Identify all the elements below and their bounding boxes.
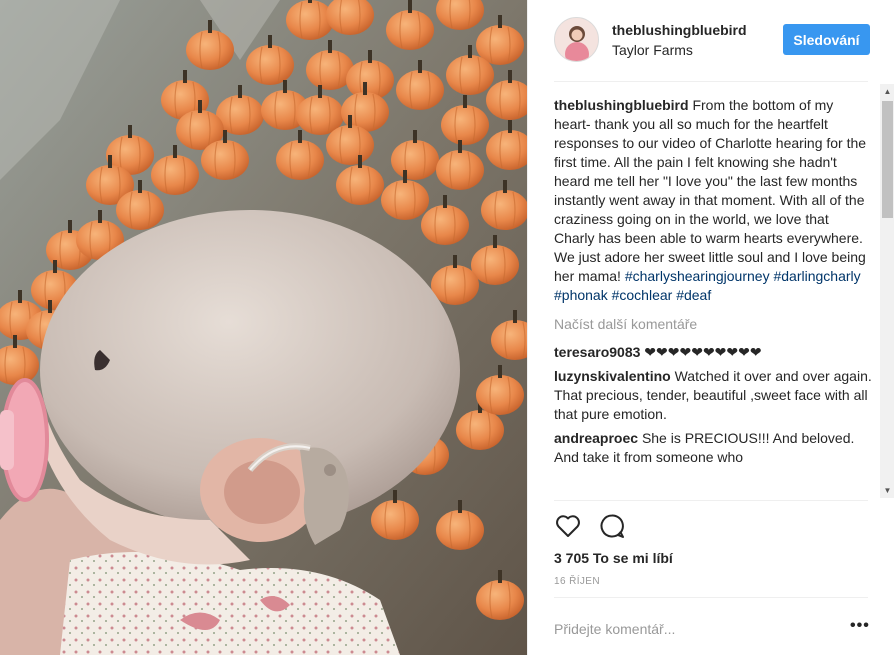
post-side-panel: theblushingbluebird Taylor Farms Sledová…	[527, 0, 894, 655]
comments-list[interactable]: theblushingbluebird From the bottom of m…	[554, 96, 872, 499]
caption-username[interactable]: theblushingbluebird	[554, 97, 689, 113]
heart-icon[interactable]	[554, 512, 582, 540]
input-divider	[554, 597, 868, 598]
comment-item: teresaro9083 ❤❤❤❤❤❤❤❤❤❤	[554, 343, 872, 362]
hashtag-link[interactable]: #cochlear	[612, 287, 673, 303]
post-location[interactable]: Taylor Farms	[612, 42, 693, 58]
comments-scrollbar[interactable]: ▲ ▼	[880, 84, 894, 498]
scroll-up-arrow-icon[interactable]: ▲	[880, 84, 894, 99]
comment-username[interactable]: andreaproec	[554, 430, 638, 446]
comment-text: ❤❤❤❤❤❤❤❤❤❤	[644, 344, 762, 360]
post-username[interactable]: theblushingbluebird	[612, 22, 747, 38]
comment-username[interactable]: teresaro9083	[554, 344, 640, 360]
hashtag-link[interactable]: #phonak	[554, 287, 608, 303]
header-divider	[554, 81, 868, 82]
comment-username[interactable]: luzynskivalentino	[554, 368, 671, 384]
comment-bubble-icon[interactable]	[598, 512, 626, 540]
comment-input[interactable]	[554, 614, 834, 644]
hashtag-link[interactable]: #charlyshearingjourney	[625, 268, 770, 284]
load-more-comments-link[interactable]: Načíst další komentáře	[554, 315, 872, 334]
hashtag-link[interactable]: #deaf	[676, 287, 711, 303]
more-options-icon[interactable]: •••	[850, 618, 870, 638]
post-date[interactable]: 16 ŘÍJEN	[554, 576, 600, 587]
scroll-down-arrow-icon[interactable]: ▼	[880, 483, 894, 498]
avatar-image	[555, 18, 598, 61]
post-caption: theblushingbluebird From the bottom of m…	[554, 96, 872, 305]
follow-button[interactable]: Sledování	[783, 24, 870, 55]
hashtag-link[interactable]: #darlingcharly	[773, 268, 860, 284]
like-count[interactable]: 3 705 To se mi líbí	[554, 550, 673, 566]
comment-item: luzynskivalentino Watched it over and ov…	[554, 367, 872, 424]
post-header: theblushingbluebird Taylor Farms Sledová…	[528, 0, 894, 80]
comment-item: andreaproec She is PRECIOUS!!! And belov…	[554, 429, 872, 467]
scrollbar-thumb[interactable]	[882, 101, 893, 218]
post-photo[interactable]	[0, 0, 527, 655]
photo-illustration	[0, 0, 527, 655]
caption-text: From the bottom of my heart- thank you a…	[554, 97, 867, 284]
actions-divider	[554, 500, 868, 501]
avatar[interactable]	[554, 17, 599, 62]
